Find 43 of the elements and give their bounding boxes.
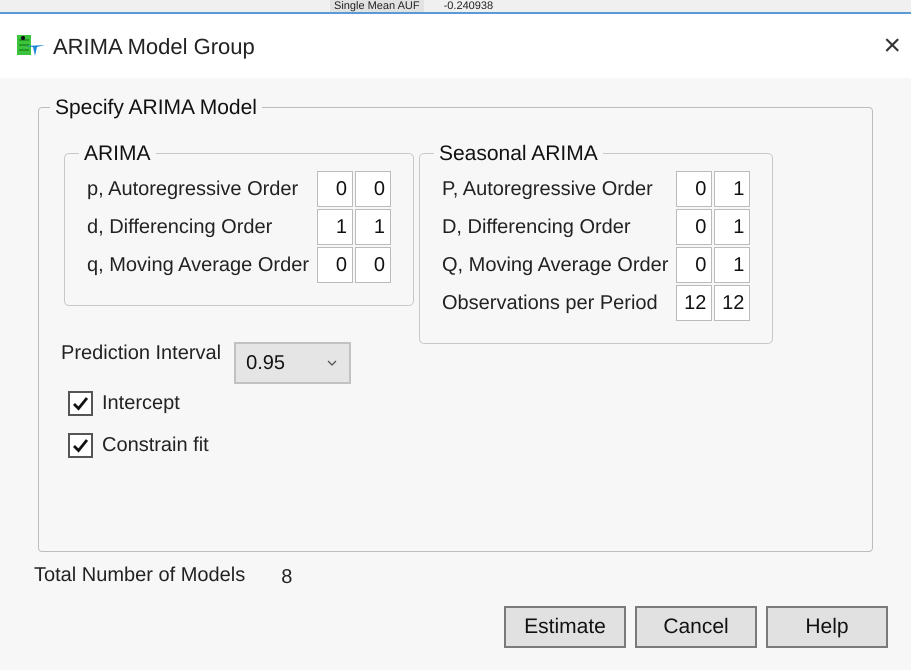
background-row-label: Single Mean AUF [330,0,424,12]
number-field[interactable]: 1 [714,247,750,283]
number-field[interactable]: 0 [676,171,712,207]
checkbox[interactable] [68,390,93,416]
app-icon [17,34,47,58]
field-label: q, Moving Average Order [87,253,310,278]
group-title: Seasonal ARIMA [438,140,599,166]
window-title: ARIMA Model Group [53,32,256,61]
number-field[interactable]: 0 [354,247,391,283]
background-row-value: -0.240938 [444,0,494,12]
field-label: p, Autoregressive Order [87,177,300,202]
number-field[interactable]: 0 [676,209,712,245]
panel-title: Specify ARIMA Model [54,95,258,121]
field-label: Observations per Period [442,291,659,316]
checkbox[interactable] [68,432,93,458]
dropdown[interactable]: 0.95 [234,342,352,384]
number-field[interactable]: 1 [316,209,353,245]
number-field[interactable]: 12 [676,285,712,321]
total-models-label: Total Number of Models [34,563,246,588]
number-field[interactable]: 0 [354,171,391,207]
field-label: Q, Moving Average Order [442,253,670,278]
number-field[interactable]: 1 [714,209,750,245]
field-label: D, Differencing Order [442,215,632,240]
chevron-down-icon [327,360,338,366]
number-field[interactable]: 1 [354,209,391,245]
check-icon [72,396,89,410]
number-field[interactable]: 1 [714,171,750,207]
checkbox-label: Intercept [102,391,180,416]
dialog-button[interactable]: Estimate [504,606,626,648]
check-icon [72,438,89,452]
field-label: d, Differencing Order [87,215,274,240]
field-label: P, Autoregressive Order [442,177,654,202]
checkbox-label: Constrain fit [102,433,209,458]
number-field[interactable]: 12 [714,285,750,321]
close-button[interactable]: × [879,31,905,61]
number-field[interactable]: 0 [316,247,353,283]
group-title: ARIMA [83,140,152,166]
total-models-value: 8 [281,565,292,590]
dialog-button[interactable]: Cancel [635,606,757,648]
number-field[interactable]: 0 [316,171,353,207]
number-field[interactable]: 0 [676,247,712,283]
dialog-button[interactable]: Help [766,606,888,648]
field-label: Prediction Interval [61,341,222,366]
